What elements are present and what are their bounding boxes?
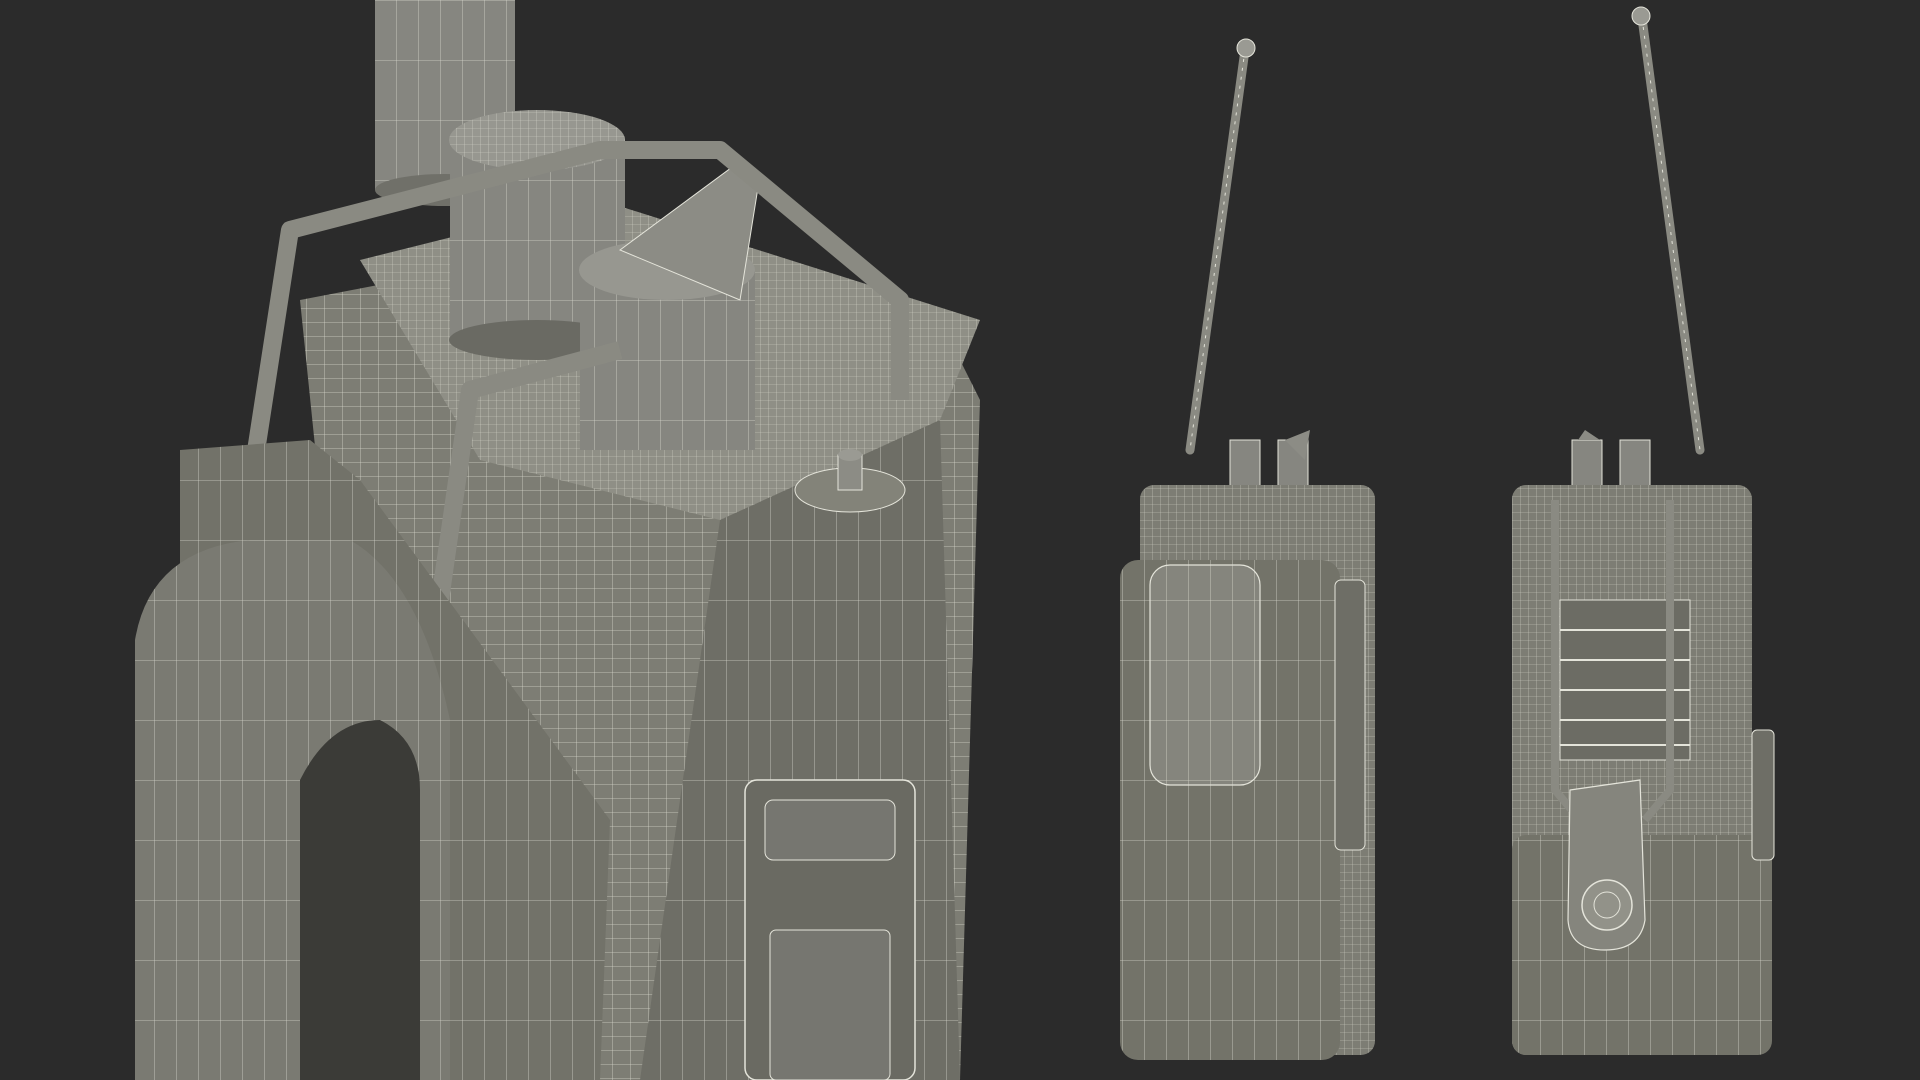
render-canvas xyxy=(135,0,1775,1080)
render-viewport xyxy=(0,0,1920,1080)
closeup-holster-slot xyxy=(300,720,420,1080)
radio-front-view xyxy=(1120,38,1375,1060)
back-side-rail xyxy=(1751,729,1775,861)
front-side-rail xyxy=(1334,579,1366,851)
radio-back-view xyxy=(1512,6,1775,1055)
back-pivot-bolt xyxy=(1581,879,1633,931)
radio-closeup-view xyxy=(135,0,980,1080)
